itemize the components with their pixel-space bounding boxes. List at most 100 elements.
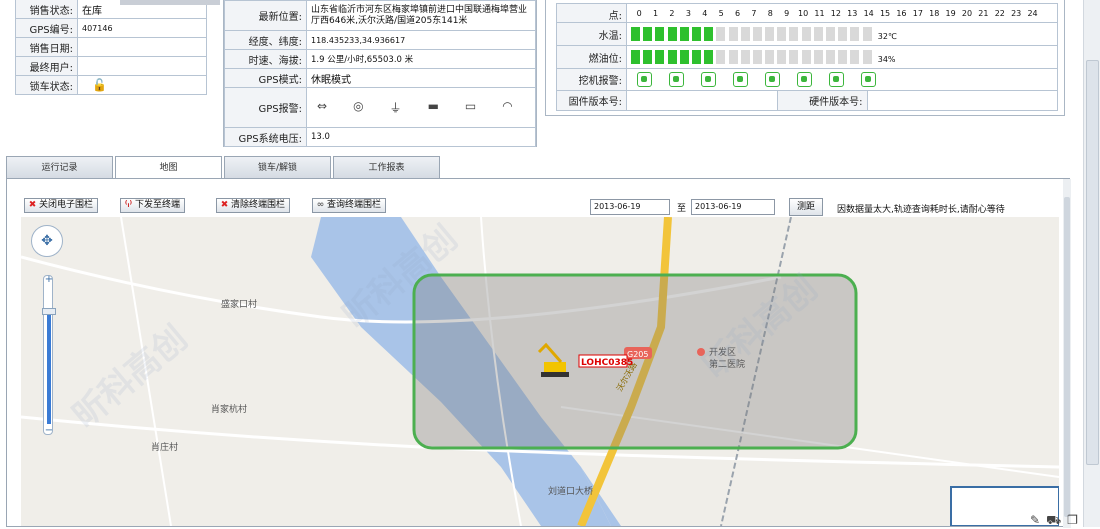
hour-tick: 22	[994, 8, 1005, 18]
gauge-segment-empty	[765, 50, 775, 64]
gauge-segment-empty	[826, 50, 835, 64]
gauge-segment-filled	[643, 27, 653, 41]
notice-text: 因数据量太大,轨迹查询耗时长,请耐心等待	[837, 205, 1005, 215]
hour-tick: 8	[767, 8, 773, 18]
gauge-segment-empty	[777, 50, 787, 64]
label-xiaozhuang: 肖庄村	[151, 441, 178, 453]
excavator-alarm-icons	[626, 68, 1058, 91]
gauge-segment-empty	[728, 50, 738, 64]
window-scrollbar-thumb[interactable]	[1086, 60, 1099, 465]
gauge-segment-empty	[801, 50, 811, 64]
zoom-handle[interactable]	[42, 308, 56, 315]
gauge-segment-empty	[838, 50, 848, 64]
gps-alarm-icons: ⇔ ◎ ⏚ ▬ ▭ ◠	[306, 87, 536, 128]
date-from-input[interactable]: 2013-06-19	[590, 199, 670, 215]
gauge-segment-empty	[850, 50, 860, 64]
tab-lock-unlock[interactable]: 锁车/解锁	[224, 156, 331, 178]
query-fence-button[interactable]: ∞ 查询终端围栏	[312, 198, 387, 213]
clear-fence-label: 清除终端围栏	[231, 200, 286, 210]
hour-tick: 11	[814, 8, 825, 18]
close-fence-button[interactable]: ✖ 关闭电子围栏	[24, 198, 99, 213]
gauge-segment-empty	[862, 27, 872, 41]
geofence-rectangle[interactable]	[412, 273, 858, 450]
water-temp-value: 32℃	[877, 32, 897, 41]
map-scrollbar-thumb[interactable]	[1064, 197, 1070, 517]
gauge-segment-filled	[704, 27, 714, 41]
hour-tick: 21	[978, 8, 989, 18]
vehicle-info-panel: 销售状态: 在库 GPS编号: 407146 销售日期: 最终用户: 锁车状态: 🔓	[15, 0, 207, 97]
speed-altitude-label: 时速、海拔:	[224, 49, 307, 69]
speed-altitude-value: 1.9 公里/小时,65503.0 米	[306, 49, 536, 69]
gauge-segment-filled	[667, 27, 677, 41]
binoculars-icon: ∞	[316, 200, 325, 210]
gauge-segment-filled	[691, 50, 701, 64]
hour-tick: 18	[929, 8, 940, 18]
end-user-value	[77, 56, 207, 76]
hospital-icon	[697, 348, 705, 356]
hour-tick: 2	[669, 8, 675, 18]
gauge-segment-empty	[850, 27, 860, 41]
red-x-icon: ✖	[220, 200, 229, 210]
vehicle-plate: LOHC0385	[581, 358, 633, 368]
gauge-segment-empty	[716, 27, 726, 41]
date-separator: 至	[677, 204, 687, 214]
close-fence-label: 关闭电子围栏	[39, 200, 94, 210]
sale-date-value	[77, 37, 207, 57]
gauge-segment-filled	[667, 50, 677, 64]
hour-tick: 9	[784, 8, 790, 18]
tab-run-record[interactable]: 运行记录	[6, 156, 113, 178]
query-fence-label: 查询终端围栏	[327, 200, 382, 210]
hour-tick: 7	[751, 8, 757, 18]
gps-voltage-value: 13.0	[306, 127, 536, 147]
window-scrollbar[interactable]	[1083, 0, 1100, 527]
gauge-segment-filled	[704, 50, 714, 64]
red-x-icon: ✖	[28, 200, 37, 210]
hour-tick: 12	[830, 8, 841, 18]
hour-tick: 17	[912, 8, 923, 18]
water-temp-gauge: 32℃	[626, 22, 1058, 46]
hour-tick: 10	[798, 8, 809, 18]
map-scrollbar[interactable]	[1063, 179, 1071, 528]
label-shengjiakou: 盛家口村	[221, 298, 257, 310]
lock-status-label: 锁车状态:	[15, 75, 78, 95]
hardware-value	[867, 91, 1057, 110]
hour-tick: 20	[961, 8, 973, 18]
gauge-segment-empty	[838, 27, 848, 41]
pressure-alarm-icon	[765, 72, 780, 87]
zoom-out-button[interactable]: −	[44, 425, 54, 436]
temp-alarm-icon	[797, 72, 812, 87]
antenna-icon: ⁽ᵢ⁾	[124, 200, 133, 210]
latest-position-value: 山东省临沂市河东区梅家埠镇前进口中国联通梅埠营业厅西646米,沃尔沃路/国道20…	[306, 0, 536, 31]
tab-map[interactable]: 地图	[115, 156, 222, 180]
map-view[interactable]: 盛家口村 肖家杭村 肖庄村 开发区 第二医院 刘道口大桥 G205 沃尔沃路 L…	[21, 217, 1059, 526]
clear-fence-button[interactable]: ✖ 清除终端围栏	[216, 198, 291, 213]
hour-tick: 24	[1027, 8, 1038, 18]
zoom-track	[47, 312, 51, 424]
hour-tick: 23	[1011, 8, 1022, 18]
sale-status-label: 销售状态:	[15, 0, 78, 19]
zoom-slider[interactable]: + −	[42, 274, 56, 436]
excavator-alarm-label: 挖机报警:	[556, 68, 627, 91]
gps-id-label: GPS编号:	[15, 18, 78, 38]
label-hospital: 第二医院	[709, 358, 745, 370]
date-to-input[interactable]: 2013-06-19	[691, 199, 775, 215]
hour-tick: 13	[847, 8, 858, 18]
label-kaifaqu: 开发区	[709, 346, 736, 358]
gauge-segment-filled	[655, 27, 665, 41]
firmware-label: 固件版本号:	[556, 90, 627, 111]
fuel-gauge: 34%	[626, 45, 1058, 69]
send-to-terminal-button[interactable]: ⁽ᵢ⁾ 下发至终端	[120, 198, 186, 213]
gauge-segment-filled	[691, 27, 701, 41]
water-temp-label: 水温:	[556, 22, 627, 46]
gauge-segment-filled	[655, 50, 665, 64]
hours-label: 点:	[556, 3, 627, 23]
dropdown-shadow	[120, 0, 220, 5]
gps-mode-value: 休眠模式	[306, 68, 536, 88]
battery-icon: ▭	[464, 99, 477, 113]
tab-work-report[interactable]: 工作报表	[333, 156, 440, 178]
pan-control[interactable]: ✥	[31, 225, 63, 257]
track-button[interactable]: 测距	[789, 198, 824, 216]
hour-tick: 3	[685, 8, 691, 18]
map-canvas: 盛家口村 肖家杭村 肖庄村 开发区 第二医院 刘道口大桥 G205 沃尔沃路 L…	[21, 217, 1059, 526]
zoom-in-button[interactable]: +	[44, 274, 54, 285]
